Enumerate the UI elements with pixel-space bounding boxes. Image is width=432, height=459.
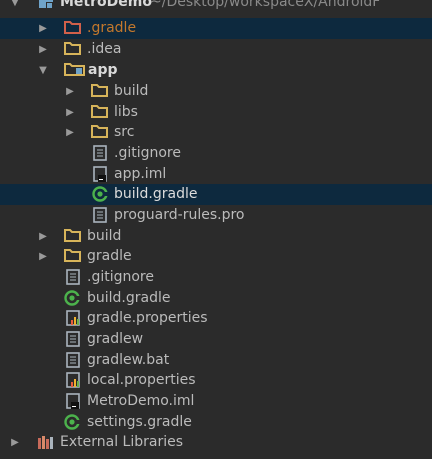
folder-icon: [64, 228, 81, 244]
chevron-right-icon[interactable]: ▶: [64, 126, 76, 138]
tree-row-app-src[interactable]: ▶ src: [0, 122, 432, 143]
gradle-icon: [64, 290, 80, 306]
tree-row-app-gitignore[interactable]: .gitignore: [0, 143, 432, 164]
chevron-right-icon[interactable]: ▶: [37, 250, 49, 262]
tree-item-label: .idea: [87, 41, 122, 58]
folder-icon: [91, 104, 108, 120]
tree-item-label: proguard-rules.pro: [114, 207, 245, 224]
tree-item-label: .gitignore: [114, 145, 181, 162]
tree-item-label: MetroDemo.iml: [87, 393, 195, 410]
tree-row-app-build[interactable]: ▶ build: [0, 81, 432, 102]
chevron-right-icon[interactable]: ▶: [37, 22, 49, 34]
tree-item-label: src: [114, 124, 135, 141]
tree-row-app-iml[interactable]: app.iml: [0, 164, 432, 185]
chevron-right-icon[interactable]: ▶: [64, 106, 76, 118]
tree-row-gradle[interactable]: ▶ gradle: [0, 246, 432, 267]
project-name: MetroDemo: [60, 0, 152, 11]
iml-file-icon: [93, 166, 109, 183]
project-path: ~/Desktop/workspaceX/AndroidF: [150, 0, 381, 11]
iml-file-icon: [66, 393, 82, 410]
tree-row-app[interactable]: ▼ app: [0, 60, 432, 81]
tree-item-label: gradle: [87, 248, 132, 265]
folder-icon: [64, 41, 81, 57]
tree-row-dot-gradle[interactable]: ▶ .gradle: [0, 18, 432, 39]
gradle-icon: [64, 414, 80, 430]
properties-file-icon: [66, 372, 82, 389]
gradle-icon: [92, 186, 108, 202]
tree-item-label: libs: [114, 104, 138, 121]
tree-row-app-build-gradle[interactable]: build.gradle: [0, 184, 432, 205]
tree-row-build[interactable]: ▶ build: [0, 226, 432, 247]
tree-item-label: gradlew.bat: [87, 352, 170, 369]
tree-item-label: app: [88, 62, 118, 79]
tree-row-local-properties[interactable]: local.properties: [0, 370, 432, 391]
text-file-icon: [93, 207, 109, 224]
tree-item-label: gradlew: [87, 331, 144, 348]
tree-row-gradlew[interactable]: gradlew: [0, 329, 432, 350]
tree-item-label: build: [87, 228, 122, 245]
chevron-right-icon[interactable]: ▶: [37, 43, 49, 55]
library-icon: [37, 434, 53, 450]
tree-item-label: gradle.properties: [87, 310, 208, 327]
tree-row-gradle-properties[interactable]: gradle.properties: [0, 308, 432, 329]
tree-item-label: External Libraries: [60, 434, 183, 451]
tree-row-app-libs[interactable]: ▶ libs: [0, 102, 432, 123]
chevron-down-icon[interactable]: ▼: [9, 0, 21, 8]
folder-icon: [91, 124, 108, 140]
tree-item-label: build: [114, 83, 149, 100]
folder-icon: [91, 83, 108, 99]
text-file-icon: [66, 331, 82, 348]
module-icon: [38, 0, 54, 10]
tree-row-settings-gradle[interactable]: settings.gradle: [0, 412, 432, 433]
tree-row-gitignore[interactable]: .gitignore: [0, 267, 432, 288]
properties-file-icon: [66, 310, 82, 327]
text-file-icon: [66, 352, 82, 369]
text-file-icon: [66, 269, 82, 286]
folder-icon: [64, 248, 81, 264]
tree-row-gradlew-bat[interactable]: gradlew.bat: [0, 350, 432, 371]
tree-row-external-libraries[interactable]: ▶ External Libraries: [0, 432, 432, 453]
tree-row-project-root[interactable]: ▼ MetroDemo ~/Desktop/workspaceX/Android…: [0, 0, 432, 13]
tree-row-app-proguard[interactable]: proguard-rules.pro: [0, 205, 432, 226]
tree-item-label: build.gradle: [114, 186, 198, 203]
text-file-icon: [93, 145, 109, 162]
module-folder-icon: [64, 62, 85, 78]
chevron-down-icon[interactable]: ▼: [37, 64, 49, 76]
project-tree: ▼ MetroDemo ~/Desktop/workspaceX/Android…: [0, 0, 432, 459]
tree-item-label: settings.gradle: [87, 414, 192, 431]
tree-item-label: build.gradle: [87, 290, 171, 307]
folder-icon: [64, 20, 81, 36]
tree-item-label: .gradle: [87, 20, 137, 37]
tree-item-label: app.iml: [114, 166, 167, 183]
tree-item-label: local.properties: [87, 372, 196, 389]
chevron-right-icon[interactable]: ▶: [37, 230, 49, 242]
chevron-right-icon[interactable]: ▶: [9, 436, 21, 448]
tree-row-dot-idea[interactable]: ▶ .idea: [0, 39, 432, 60]
chevron-right-icon[interactable]: ▶: [64, 85, 76, 97]
tree-item-label: .gitignore: [87, 269, 154, 286]
tree-row-build-gradle[interactable]: build.gradle: [0, 288, 432, 309]
tree-row-metrodemo-iml[interactable]: MetroDemo.iml: [0, 391, 432, 412]
